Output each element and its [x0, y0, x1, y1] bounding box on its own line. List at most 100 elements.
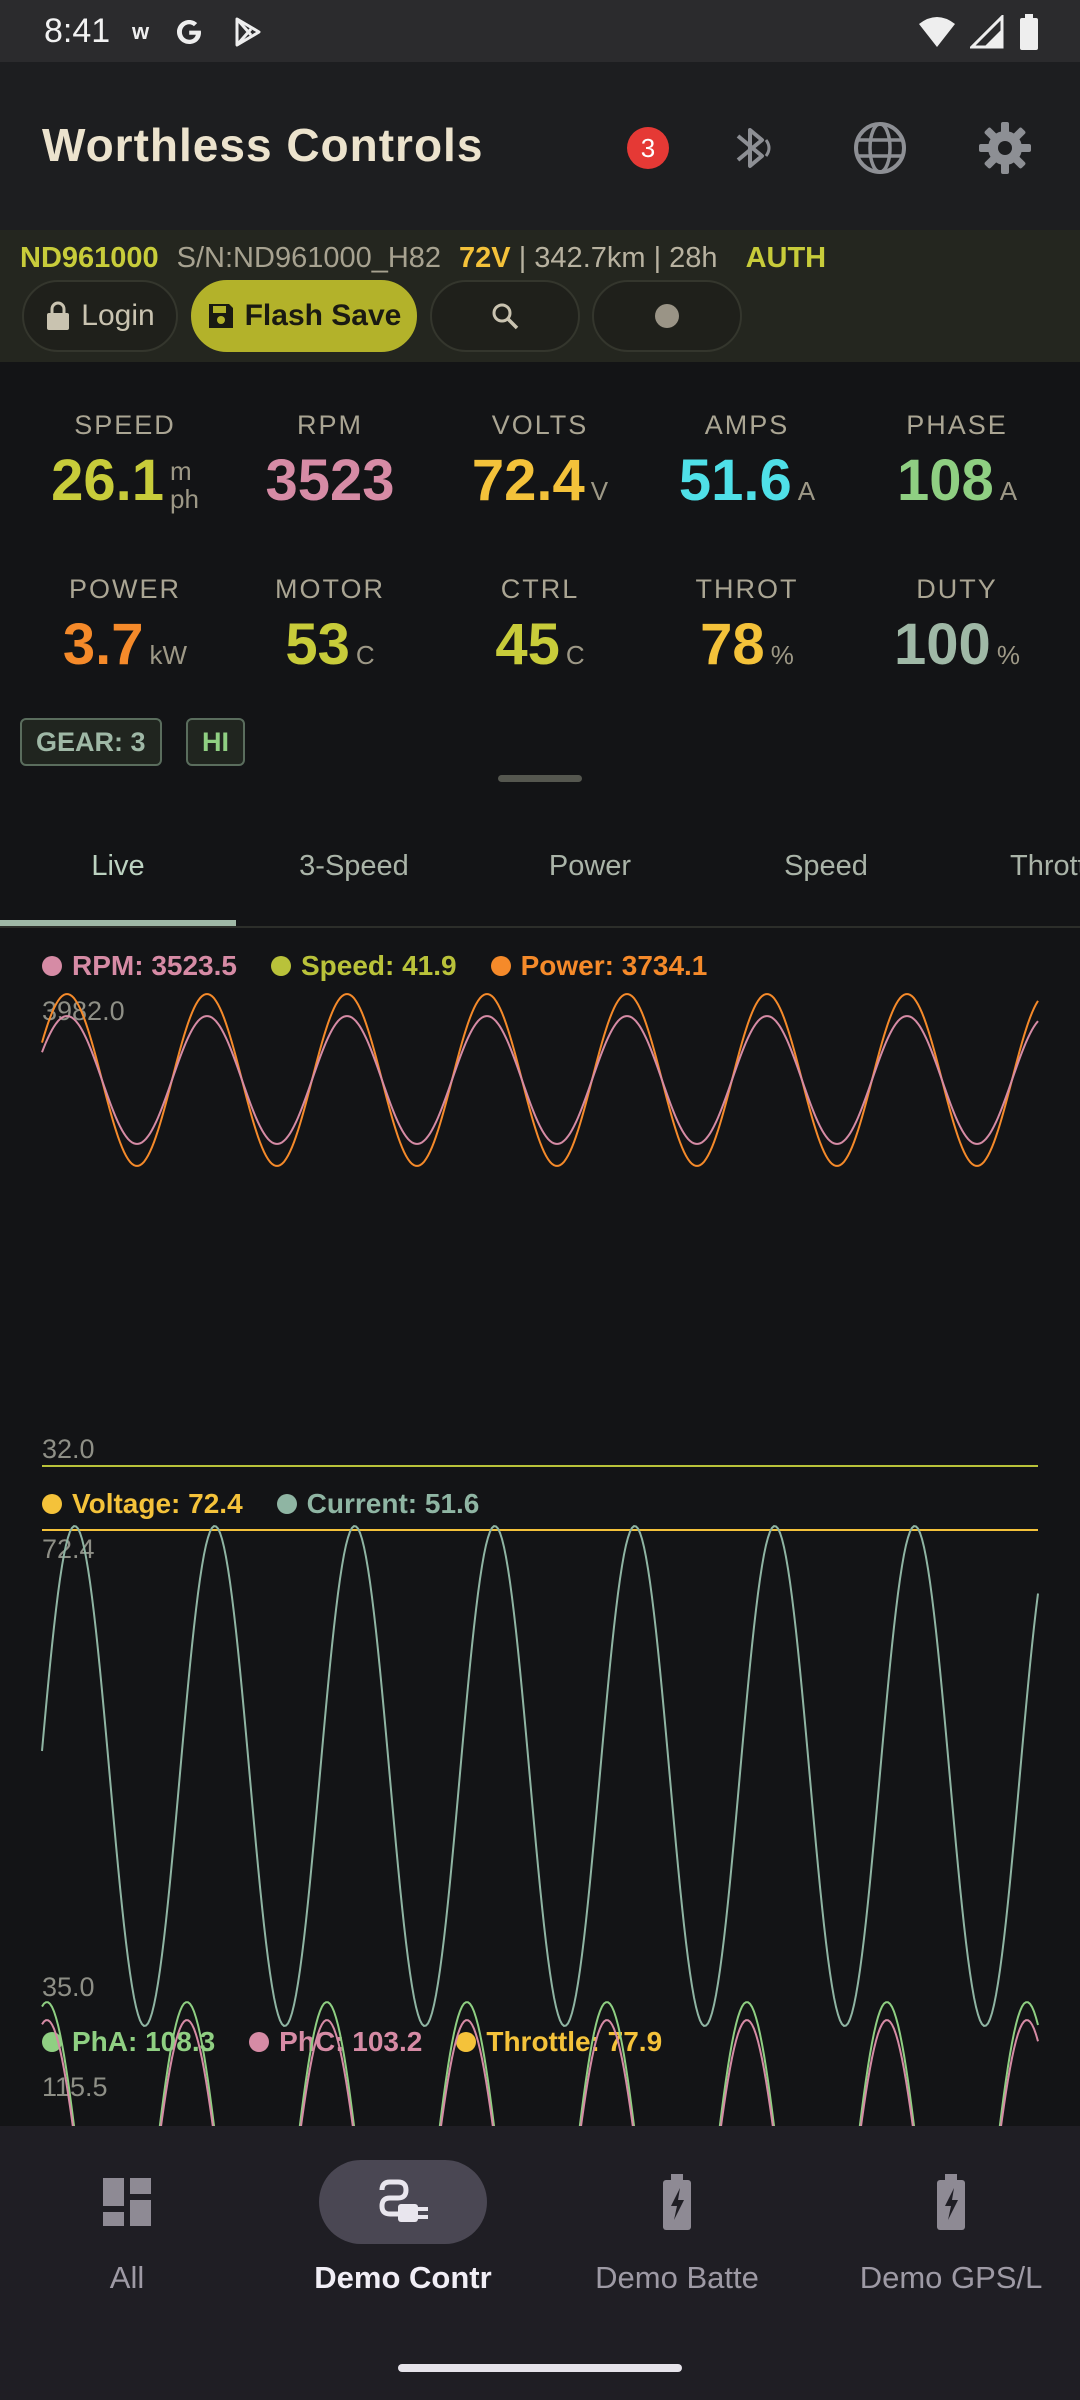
- metric-amps-value: 51.6: [678, 448, 792, 513]
- device-info-bar: ND961000 S/N:ND961000_H82 72V | 342.7km | …: [0, 230, 1080, 362]
- record-dot-icon: [655, 304, 679, 328]
- metric-volts: VOLTS 72.4 V: [435, 410, 645, 514]
- metric-power: POWER 3.7 kW: [20, 574, 230, 678]
- metric-volts-label: VOLTS: [491, 410, 589, 440]
- metric-amps-unit: A: [797, 476, 816, 506]
- metric-volts-unit: V: [590, 476, 609, 506]
- metric-duty-unit: %: [996, 640, 1020, 670]
- metric-speed-value: 26.1: [51, 448, 164, 513]
- device-voltage: 72V: [459, 242, 511, 274]
- battery-charging-icon: [663, 2174, 691, 2230]
- app-title: Worthless Controls: [42, 119, 484, 171]
- tab-speed[interactable]: Speed: [708, 820, 944, 926]
- status-bar: 8:41 w: [0, 0, 1080, 62]
- metric-volts-value: 72.4: [471, 448, 585, 513]
- nav-all-label: All: [109, 2260, 145, 2295]
- tab-power[interactable]: Power: [472, 820, 708, 926]
- metric-ctrl-value: 45: [495, 612, 560, 677]
- drag-handle[interactable]: [498, 775, 582, 782]
- device-serial: S/N:ND961000_H82: [176, 242, 442, 274]
- google-icon: [177, 20, 202, 44]
- metric-speed-label: SPEED: [74, 410, 176, 440]
- metric-power-unit: kW: [149, 640, 188, 670]
- metric-motor-value: 53: [285, 612, 350, 677]
- metric-speed: SPEED 26.1 m ph: [20, 410, 230, 514]
- hi-range-chip: HI: [186, 718, 245, 766]
- record-button[interactable]: [592, 280, 742, 352]
- login-label: Login: [81, 299, 155, 332]
- nav-all[interactable]: All: [0, 2160, 262, 2296]
- phc-wave: [41, 2019, 1039, 2126]
- live-charts: RPM: 3523.5 Speed: 41.9 Power: 3734.1 39…: [0, 930, 1080, 2126]
- login-button[interactable]: Login: [22, 280, 178, 352]
- metric-duty-label: DUTY: [916, 574, 998, 604]
- metric-duty-value: 100: [894, 612, 991, 677]
- notification-badge[interactable]: 3: [627, 127, 669, 169]
- waveform-plot: [41, 993, 1039, 2126]
- play-store-icon: [235, 17, 261, 47]
- nav-demo-gps-label: Demo GPS/L: [859, 2260, 1043, 2295]
- metric-throt-unit: %: [770, 640, 794, 670]
- tab-indicator: [0, 920, 236, 926]
- bottom-navigation: All Demo Contr Demo Batte Demo GPS/L: [0, 2126, 1080, 2400]
- metric-motor: MOTOR 53 C: [225, 574, 435, 678]
- tab-throttle[interactable]: Throttle: [944, 820, 1080, 926]
- metric-motor-label: MOTOR: [275, 574, 385, 604]
- flash-save-button[interactable]: Flash Save: [191, 280, 417, 352]
- bluetooth-disabled-icon[interactable]: [722, 118, 782, 178]
- status-time: 8:41: [44, 12, 111, 50]
- nav-demo-controller[interactable]: Demo Contr: [268, 2160, 538, 2296]
- nav-demo-battery-label: Demo Batte: [595, 2260, 759, 2295]
- metric-phase: PHASE 108 A: [852, 410, 1062, 514]
- search-icon: [492, 303, 519, 330]
- home-gesture-bar[interactable]: [398, 2364, 682, 2372]
- globe-icon[interactable]: [850, 118, 910, 178]
- metric-duty: DUTY 100%: [852, 574, 1062, 678]
- flash-save-label: Flash Save: [244, 299, 402, 332]
- wifi-icon: [919, 17, 955, 47]
- metric-motor-unit: C: [355, 640, 375, 670]
- battery-charging-icon: [937, 2174, 965, 2230]
- metric-speed-unit-bottom: ph: [169, 483, 199, 514]
- metric-rpm-value: 3523: [265, 448, 395, 513]
- metric-power-label: POWER: [68, 574, 181, 604]
- notification-w-icon: w: [132, 19, 150, 44]
- metric-speed-unit-top: m: [169, 455, 192, 486]
- auth-status: AUTH: [745, 242, 827, 274]
- tab-live[interactable]: Live: [0, 820, 236, 926]
- metric-amps-label: AMPS: [704, 410, 790, 440]
- metric-throt-value: 78: [700, 612, 765, 677]
- metric-phase-unit: A: [999, 476, 1018, 506]
- nav-demo-battery[interactable]: Demo Batte: [542, 2160, 812, 2296]
- settings-gear-icon[interactable]: [975, 118, 1035, 178]
- metric-ctrl-unit: C: [565, 640, 585, 670]
- metric-rpm-label: RPM: [297, 410, 363, 440]
- metric-ctrl-label: CTRL: [500, 574, 580, 604]
- gear-chip: GEAR: 3: [20, 718, 162, 766]
- plug-icon: [379, 2179, 428, 2222]
- metric-amps: AMPS 51.6 A: [642, 410, 852, 514]
- search-button[interactable]: [430, 280, 580, 352]
- device-info-row: ND961000 S/N:ND961000_H82 72V | 342.7km | …: [20, 242, 826, 275]
- tab-3-speed[interactable]: 3-Speed: [236, 820, 472, 926]
- device-id: ND961000: [20, 242, 159, 274]
- metric-throt-label: THROT: [695, 574, 799, 604]
- device-trip: | 342.7km | 28h: [510, 242, 718, 274]
- metric-phase-value: 108: [896, 448, 994, 513]
- metric-rpm: RPM 3523: [225, 410, 435, 514]
- app-bar: Worthless Controls 3: [0, 62, 1080, 230]
- current-wave: [41, 1525, 1039, 2027]
- metric-throt: THROT 78%: [642, 574, 852, 678]
- metric-phase-label: PHASE: [906, 410, 1008, 440]
- save-icon: [208, 304, 233, 328]
- metrics-panel: SPEED 26.1 m ph RPM 3523 VOLTS 72.4 V AMPS …: [0, 362, 1080, 802]
- signal-icon: [970, 15, 1004, 49]
- power-wave: [41, 993, 1039, 1167]
- dashboard-icon: [103, 2178, 151, 2226]
- nav-demo-controller-label: Demo Contr: [314, 2260, 492, 2295]
- metric-power-value: 3.7: [62, 612, 144, 677]
- rpm-wave: [41, 1015, 1039, 1145]
- nav-demo-gps[interactable]: Demo GPS/L: [816, 2160, 1080, 2296]
- lock-icon: [47, 301, 70, 330]
- battery-status-icon: [1020, 14, 1038, 50]
